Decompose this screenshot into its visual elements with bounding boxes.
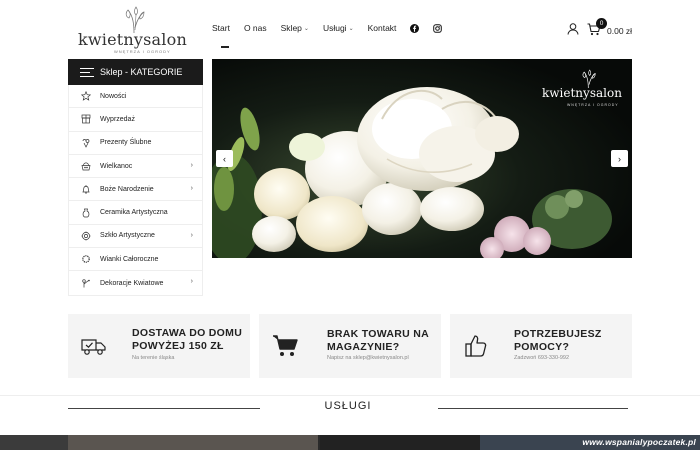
nav-shop[interactable]: Sklep ⌄: [281, 23, 309, 33]
feature-subtitle: Na terenie śląska: [132, 355, 175, 361]
nav-start-label: Start: [212, 23, 230, 33]
nav-services[interactable]: Usługi ⌄: [323, 23, 354, 33]
slider-prev-button[interactable]: ‹: [216, 150, 233, 167]
nav-about-label: O nas: [243, 23, 267, 33]
service-image[interactable]: [320, 435, 480, 450]
hero-slider[interactable]: kwietnysalon WNĘTRZA I OGRODY ‹ ›: [212, 59, 632, 258]
site-header: kwietnysalon WNĘTRZA I OGRODY Start O na…: [0, 0, 700, 58]
category-item-wianki-caloroczne[interactable]: Wianki Całoroczne: [69, 248, 202, 272]
category-header[interactable]: Sklep - KATEGORIE: [68, 59, 203, 85]
bell-icon: [82, 185, 90, 195]
vase-icon: [82, 208, 90, 217]
nav-services-label: Usługi: [322, 23, 347, 33]
wreath-icon: [82, 255, 90, 264]
brand-tagline: WNĘTRZA I OGRODY: [114, 49, 171, 54]
instagram-icon[interactable]: [433, 23, 443, 33]
services-line-right: [438, 408, 628, 409]
category-label: Wyprzedaż: [100, 115, 135, 123]
category-label: Nowości: [100, 92, 127, 100]
category-sidebar: Sklep - KATEGORIE Nowości Wyprzedaż Prez…: [68, 59, 203, 296]
service-image[interactable]: [68, 435, 318, 450]
services-heading: USŁUGI: [324, 400, 372, 412]
category-item-prezenty-slubne[interactable]: Prezenty Ślubne: [69, 132, 202, 155]
gift-icon: [82, 138, 90, 148]
feature-title: BRAK TOWARU NA MAGAZYNIE?: [327, 328, 429, 353]
star-icon: [81, 91, 91, 101]
watermark: www.wspanialypoczatek.pl: [582, 437, 696, 447]
slider-next-button[interactable]: ›: [611, 150, 628, 167]
category-item-dekoracje-kwiatowe[interactable]: Dekoracje Kwiatowe ›: [69, 271, 202, 294]
thumbs-up-icon: [465, 335, 487, 357]
cart-count-badge: 0: [596, 18, 607, 29]
chevron-right-icon: ›: [190, 231, 193, 239]
category-item-ceramika-artystyczna[interactable]: Ceramika Artystyczna: [69, 201, 202, 225]
category-item-szklo-artystyczne[interactable]: Szkło Artystyczne ›: [69, 225, 202, 249]
user-icon[interactable]: [567, 23, 579, 35]
category-item-boze-narodzenie[interactable]: Boże Narodzenie ›: [69, 178, 202, 202]
slider-logo-text: kwietnysalon: [542, 86, 622, 100]
feature-out-of-stock: BRAK TOWARU NA MAGAZYNIE? Napisz na skle…: [259, 314, 441, 378]
chevron-left-icon: ‹: [223, 153, 226, 164]
category-label: Dekoracje Kwiatowe: [100, 279, 164, 287]
menu-icon: [80, 67, 94, 77]
category-item-wielkanoc[interactable]: Wielkanoc ›: [69, 155, 202, 179]
section-divider: [0, 395, 700, 396]
chevron-right-icon: ›: [190, 161, 193, 169]
truck-icon: [81, 339, 106, 355]
feature-subtitle[interactable]: Zadzwoń 693-330-992: [514, 355, 569, 361]
nav-contact-label: Kontakt: [367, 23, 397, 33]
category-label: Prezenty Ślubne: [100, 139, 152, 147]
nav-contact[interactable]: Kontakt: [368, 23, 397, 33]
facebook-icon[interactable]: [410, 23, 420, 33]
nav-about[interactable]: O nas: [244, 23, 267, 33]
glass-icon: [81, 231, 91, 241]
cart-total[interactable]: 0.00 zł: [607, 26, 632, 36]
chevron-right-icon: ›: [190, 185, 193, 193]
feature-help: POTRZEBUJESZ POMOCY? Zadzwoń 693-330-992: [450, 314, 632, 378]
nav-start[interactable]: Start: [212, 23, 230, 33]
chevron-right-icon: ›: [618, 153, 621, 164]
slider-logo-sub: WNĘTRZA I OGRODY: [567, 103, 619, 107]
category-label: Szkło Artystyczne: [100, 232, 155, 240]
service-image[interactable]: [0, 435, 68, 450]
feature-title: POTRZEBUJESZ POMOCY?: [514, 328, 602, 353]
nav-active-indicator: [221, 46, 229, 48]
social-links: [410, 23, 456, 33]
category-label: Wianki Całoroczne: [100, 255, 159, 263]
slider-logo: kwietnysalon WNĘTRZA I OGRODY: [542, 69, 624, 113]
chevron-down-icon: ⌄: [348, 25, 354, 32]
category-label: Wielkanoc: [100, 162, 133, 170]
category-header-title: Sklep - KATEGORIE: [100, 67, 183, 77]
feature-subtitle[interactable]: Napisz na sklep@kwietnysalon.pl: [327, 355, 409, 361]
basket-icon: [81, 162, 91, 171]
category-list: Nowości Wyprzedaż Prezenty Ślubne Wielka…: [68, 85, 203, 296]
category-item-wyprzedaz[interactable]: Wyprzedaż: [69, 108, 202, 132]
main-nav: Start O nas Sklep ⌄ Usługi ⌄ Kontakt: [212, 23, 456, 33]
services-line-left: [68, 408, 260, 409]
chevron-down-icon: ⌄: [303, 25, 309, 32]
category-label: Ceramika Artystyczna: [100, 209, 168, 217]
sale-icon: [81, 115, 91, 124]
cart-icon: [273, 335, 298, 356]
brand-name: kwietnysalon: [78, 30, 187, 49]
category-item-nowosci[interactable]: Nowości: [69, 85, 202, 109]
nav-shop-label: Sklep: [280, 23, 302, 33]
category-label: Boże Narodzenie: [100, 185, 154, 193]
flower-icon: [82, 279, 90, 288]
feature-title: DOSTAWA DO DOMU POWYŻEJ 150 ZŁ: [132, 327, 243, 352]
chevron-right-icon: ›: [190, 278, 193, 286]
feature-delivery: DOSTAWA DO DOMU POWYŻEJ 150 ZŁ Na tereni…: [68, 314, 250, 378]
brand-logo[interactable]: kwietnysalon WNĘTRZA I OGRODY: [78, 6, 187, 56]
